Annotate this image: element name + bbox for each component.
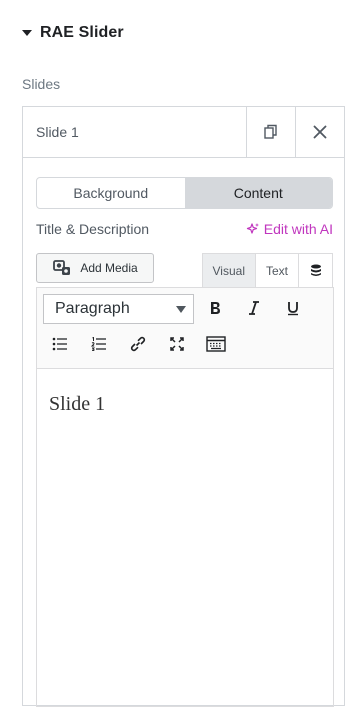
italic-button[interactable] (240, 294, 268, 322)
chevron-down-icon (176, 305, 186, 313)
slides-label: Slides (22, 76, 61, 92)
underline-button[interactable] (279, 294, 307, 322)
slide-item-header[interactable]: Slide 1 (23, 107, 344, 158)
wysiwyg-editor: Paragraph Slide 1 (36, 287, 334, 707)
link-button[interactable] (124, 330, 152, 358)
bullet-list-icon (52, 337, 67, 351)
caret-down-icon (22, 30, 32, 36)
bullet-list-button[interactable] (46, 330, 74, 358)
format-select-value: Paragraph (55, 300, 130, 317)
duplicate-button[interactable] (246, 107, 295, 157)
tab-background[interactable]: Background (37, 178, 185, 208)
numbered-list-button[interactable] (85, 330, 113, 358)
add-media-label: Add Media (80, 261, 138, 275)
duplicate-icon (264, 124, 277, 139)
slide-repeater-item: Slide 1 Background Content Title & Descr… (22, 106, 345, 707)
italic-icon (249, 301, 259, 315)
tab-content[interactable]: Content (184, 178, 332, 208)
section-header[interactable]: RAE Slider (22, 24, 124, 42)
slide-tabs: Background Content (36, 177, 333, 209)
dynamic-tags-button[interactable] (298, 253, 333, 287)
keyboard-icon (206, 336, 226, 352)
add-media-button[interactable]: Add Media (36, 253, 154, 283)
editor-toolbar: Paragraph (37, 288, 333, 369)
fullscreen-button[interactable] (163, 330, 191, 358)
edit-with-ai-label: Edit with AI (263, 221, 333, 237)
tab-text[interactable]: Text (254, 253, 299, 287)
fullscreen-icon (170, 337, 184, 351)
sparkle-icon (246, 223, 259, 234)
underline-icon (288, 302, 298, 316)
bold-icon (211, 302, 220, 314)
title-description-label: Title & Description (36, 221, 150, 237)
toolbar-toggle-button[interactable] (202, 330, 230, 358)
edit-with-ai-link[interactable]: Edit with AI (246, 221, 333, 237)
close-icon (313, 125, 327, 139)
numbered-list-icon (91, 337, 106, 351)
tab-visual[interactable]: Visual (201, 253, 256, 287)
paragraph-format-select[interactable]: Paragraph (43, 294, 194, 324)
slide-item-title[interactable]: Slide 1 (23, 124, 246, 140)
remove-button[interactable] (295, 107, 344, 157)
editor-content[interactable]: Slide 1 (37, 369, 333, 440)
dynamic-tags-icon (310, 264, 321, 276)
link-icon (130, 336, 146, 352)
section-title: RAE Slider (40, 24, 124, 41)
media-icon (53, 260, 71, 275)
bold-button[interactable] (201, 294, 229, 322)
